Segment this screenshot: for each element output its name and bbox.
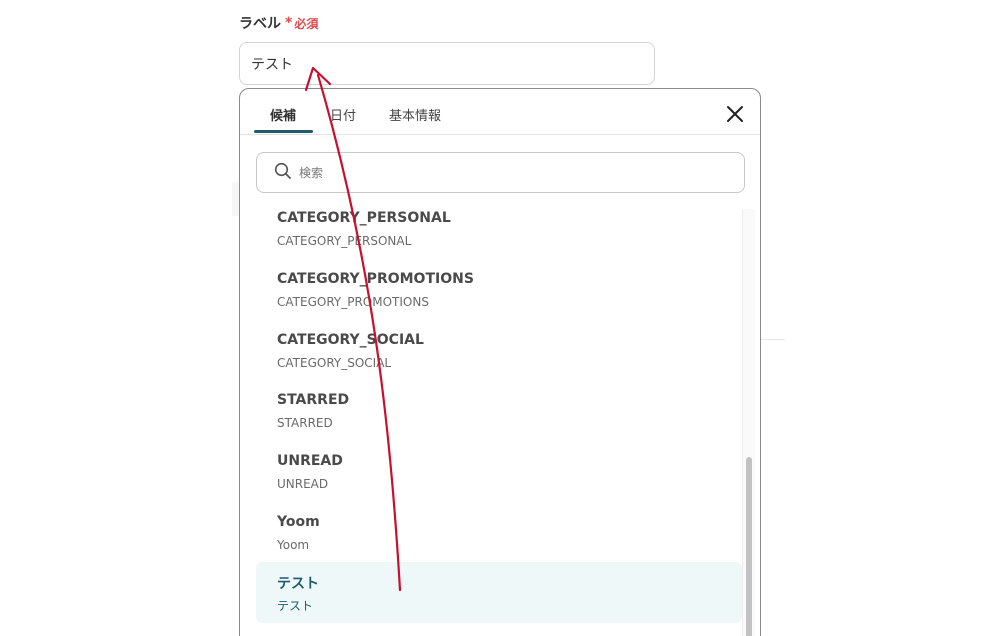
page: ラベル * 必須 テスト 候補 日付 基本情報 検索 CATEGORY_PERS… bbox=[0, 0, 1000, 636]
list-item-subtitle: CATEGORY_PROMOTIONS bbox=[277, 295, 429, 309]
list-item-title: Yoom bbox=[277, 514, 320, 530]
list-item-subtitle: UNREAD bbox=[277, 477, 329, 491]
tab-basic-info[interactable]: 基本情報 bbox=[389, 105, 441, 124]
required-badge: * 必須 bbox=[285, 15, 318, 32]
list-item-subtitle: Yoom bbox=[277, 538, 310, 552]
field-label-text: ラベル bbox=[239, 16, 281, 32]
list-item-title: CATEGORY_PERSONAL bbox=[277, 210, 451, 226]
list-item-subtitle: STARRED bbox=[277, 416, 333, 430]
list-item-title: STARRED bbox=[277, 392, 350, 408]
tab-date[interactable]: 日付 bbox=[330, 105, 356, 124]
scrollbar-thumb[interactable] bbox=[746, 457, 752, 636]
field-label: ラベル * 必須 bbox=[239, 13, 318, 33]
search-icon bbox=[274, 162, 292, 184]
label-input[interactable]: テスト bbox=[239, 42, 655, 85]
list-item[interactable]: UNREAD UNREAD bbox=[256, 452, 742, 511]
suggestion-list: CATEGORY_PERSONAL CATEGORY_PERSONAL CATE… bbox=[240, 209, 760, 636]
list-item-selected[interactable]: テスト テスト bbox=[256, 562, 742, 623]
list-item-subtitle: CATEGORY_PERSONAL bbox=[277, 234, 412, 248]
close-icon[interactable] bbox=[724, 103, 746, 125]
list-item-title: CATEGORY_PROMOTIONS bbox=[277, 271, 474, 287]
label-input-value: テスト bbox=[251, 56, 293, 73]
list-item-subtitle: CATEGORY_SOCIAL bbox=[277, 356, 392, 370]
list-item-subtitle: テスト bbox=[277, 599, 314, 613]
list-item-title: テスト bbox=[277, 576, 319, 592]
active-tab-indicator bbox=[254, 130, 313, 133]
list-item-title: UNREAD bbox=[277, 453, 343, 469]
background-divider bbox=[760, 339, 785, 340]
list-item[interactable]: STARRED STARRED bbox=[256, 391, 742, 450]
search-input[interactable] bbox=[297, 164, 721, 181]
required-star: * bbox=[285, 15, 293, 31]
tab-candidates[interactable]: 候補 bbox=[270, 105, 296, 124]
suggestion-popup: 候補 日付 基本情報 CATEGORY_PERSONAL CAT bbox=[239, 88, 761, 636]
list-item[interactable]: CATEGORY_PERSONAL CATEGORY_PERSONAL bbox=[256, 209, 742, 268]
list-item[interactable]: CATEGORY_PROMOTIONS CATEGORY_PROMOTIONS bbox=[256, 270, 742, 329]
required-text: 必須 bbox=[294, 16, 319, 31]
search-box[interactable] bbox=[256, 152, 745, 193]
popup-tabs: 候補 日付 基本情報 bbox=[240, 89, 760, 135]
list-item-title: CATEGORY_SOCIAL bbox=[277, 332, 424, 348]
list-item[interactable]: CATEGORY_SOCIAL CATEGORY_SOCIAL bbox=[256, 331, 742, 390]
